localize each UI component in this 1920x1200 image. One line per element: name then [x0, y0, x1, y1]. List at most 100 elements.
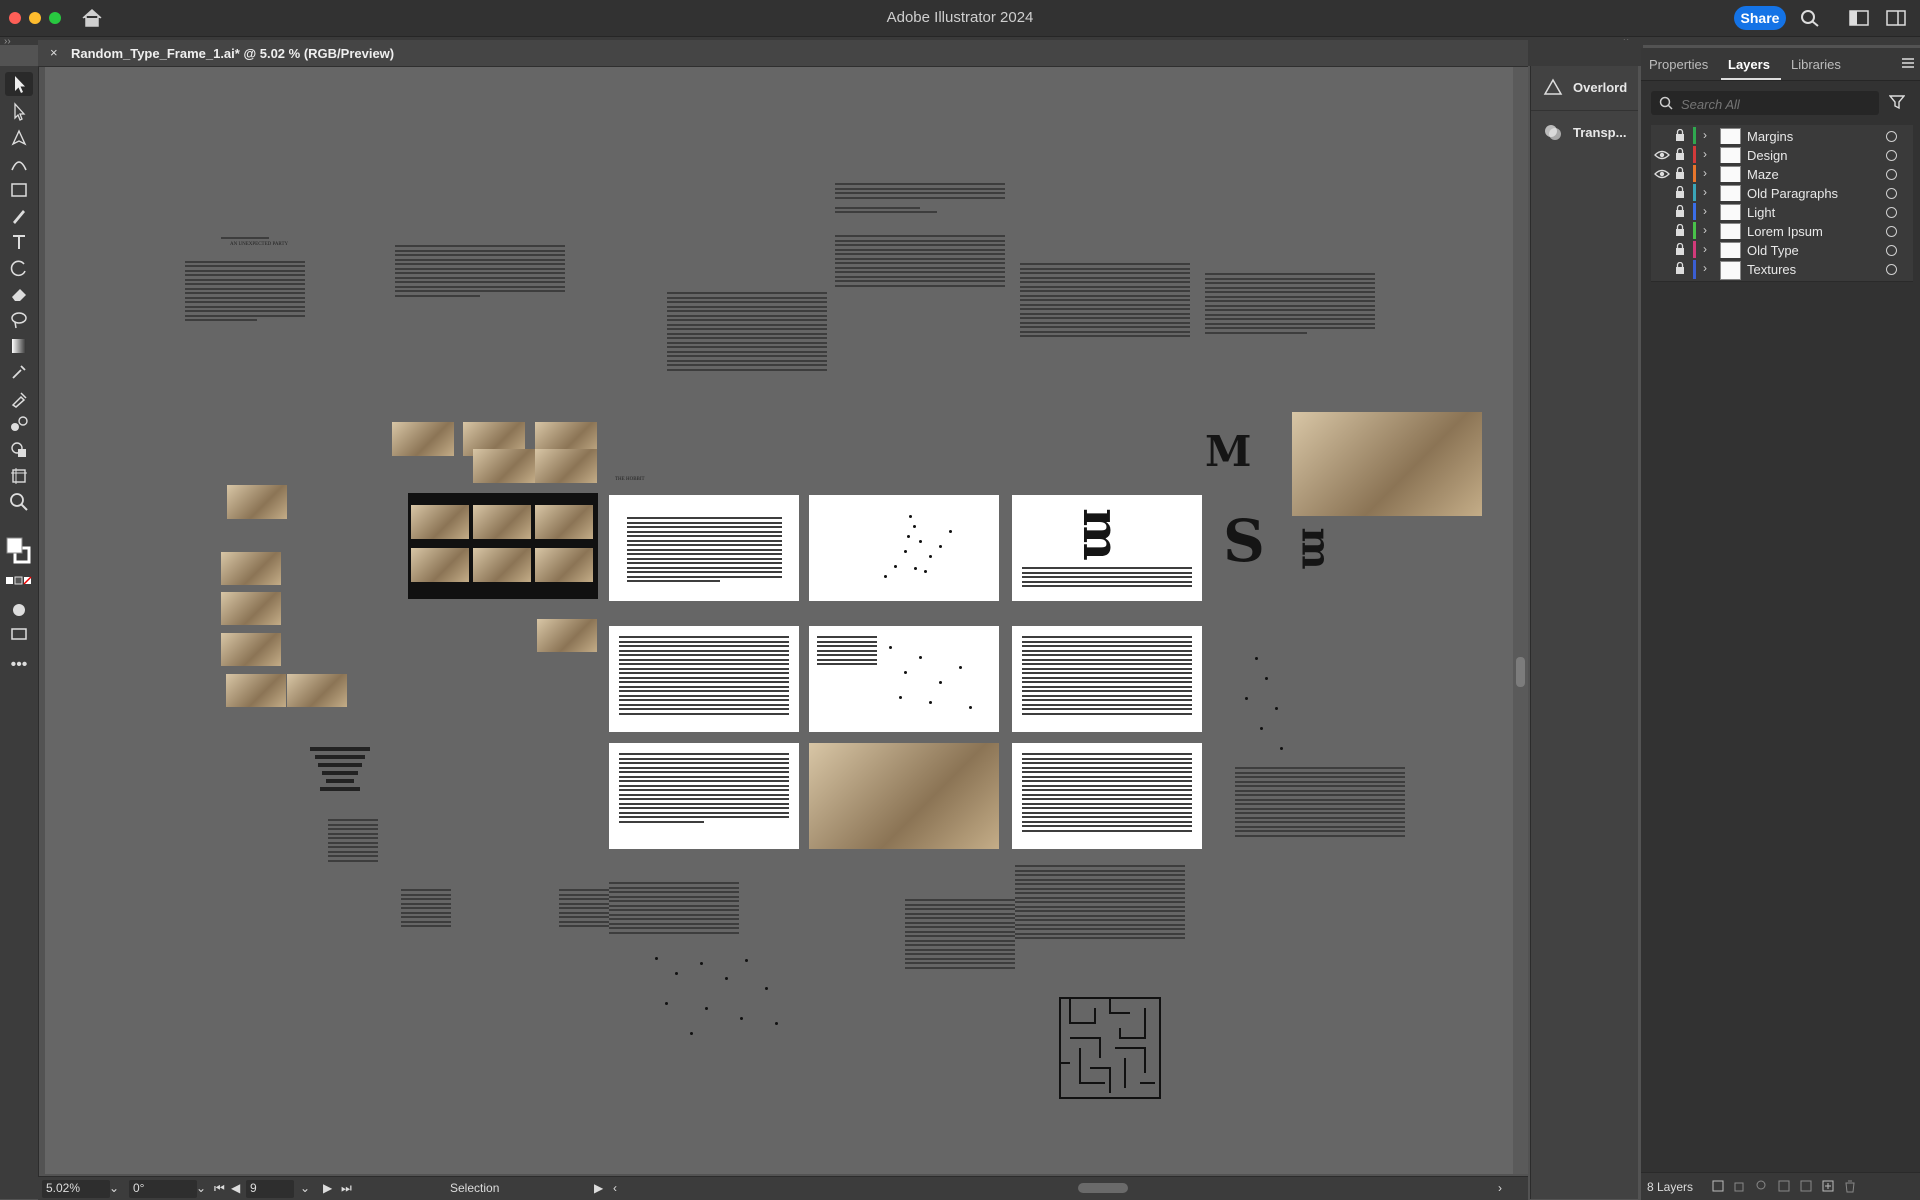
photo-thumbnail[interactable] — [227, 485, 287, 519]
close-document-button[interactable]: × — [50, 45, 58, 60]
lock-icon[interactable] — [1675, 167, 1685, 180]
layer-name[interactable]: Margins — [1747, 129, 1793, 144]
layer-name[interactable]: Design — [1747, 148, 1787, 163]
artboard-6[interactable] — [1012, 626, 1202, 732]
text-fragment[interactable] — [559, 889, 609, 930]
text-fragment[interactable] — [328, 819, 378, 864]
text-fragment[interactable] — [1020, 263, 1190, 340]
delete-layer-icon[interactable] — [1843, 1179, 1857, 1193]
paintbrush-tool-icon[interactable] — [9, 206, 29, 226]
artboard-1[interactable] — [609, 495, 799, 601]
screen-mode-icon[interactable] — [9, 624, 29, 644]
filter-icon[interactable] — [1889, 94, 1905, 110]
new-layer-icon[interactable] — [1821, 1179, 1835, 1193]
layer-target-icon[interactable] — [1886, 226, 1897, 237]
visibility-toggle-empty[interactable] — [1654, 187, 1670, 199]
expand-chevron-icon[interactable]: › — [1703, 261, 1707, 275]
search-icon[interactable] — [1800, 9, 1820, 27]
expand-chevron-icon[interactable]: › — [1703, 147, 1707, 161]
layer-target-icon[interactable] — [1886, 207, 1897, 218]
layer-target-icon[interactable] — [1886, 131, 1897, 142]
photo-thumbnail[interactable] — [287, 674, 347, 707]
transparency-panel-button[interactable]: Transp... — [1531, 110, 1638, 155]
scroll-left-icon[interactable]: ‹ — [613, 1181, 617, 1195]
lock-icon[interactable] — [1675, 129, 1685, 142]
lock-icon[interactable] — [1675, 262, 1685, 275]
previous-artboard-icon[interactable]: ◀ — [231, 1181, 240, 1195]
artboard-7[interactable] — [609, 743, 799, 849]
artboard-dropdown-chevron-icon[interactable]: ⌄ — [300, 1181, 310, 1195]
expand-chevron-icon[interactable]: › — [1703, 166, 1707, 180]
layer-target-icon[interactable] — [1886, 169, 1897, 180]
visibility-eye-icon[interactable] — [1654, 149, 1670, 161]
artboard-3[interactable]: m — [1012, 495, 1202, 601]
visibility-eye-icon[interactable] — [1654, 168, 1670, 180]
scattered-type-dots[interactable] — [645, 947, 805, 1047]
letter-s-glyph[interactable]: S — [1223, 507, 1265, 575]
tab-properties[interactable]: Properties — [1649, 57, 1708, 72]
layer-name[interactable]: Old Type — [1747, 243, 1799, 258]
photo-thumbnail[interactable] — [226, 674, 286, 707]
next-artboard-icon[interactable]: ▶ — [323, 1181, 332, 1195]
artboard-9[interactable] — [1012, 743, 1202, 849]
rotate-tool-icon[interactable] — [9, 258, 29, 278]
artboard-8[interactable] — [809, 743, 999, 849]
symbol-sprayer-tool-icon[interactable] — [9, 362, 29, 382]
draw-mode-icon[interactable] — [9, 600, 29, 620]
expand-chevron-icon[interactable]: › — [1703, 128, 1707, 142]
selection-tool-icon[interactable] — [5, 72, 33, 96]
lasso-tool-icon[interactable] — [9, 310, 29, 330]
locate-object-icon[interactable] — [1733, 1179, 1747, 1193]
zoom-tool-icon[interactable] — [9, 492, 29, 512]
lock-icon[interactable] — [1675, 224, 1685, 237]
first-artboard-icon[interactable]: ⏮ — [214, 1181, 225, 1196]
artboard-canvas[interactable]: AN UNEXPECTED PARTY m M S m THE HOBBIT — [45, 67, 1513, 1174]
lock-icon[interactable] — [1675, 148, 1685, 161]
expand-chevron-icon[interactable]: › — [1703, 242, 1707, 256]
collect-export-icon[interactable] — [1711, 1179, 1725, 1193]
direct-selection-tool-icon[interactable] — [9, 102, 29, 122]
eraser-tool-icon[interactable] — [9, 284, 29, 304]
panel-menu-icon[interactable] — [1901, 57, 1915, 69]
make-clipping-mask-icon[interactable] — [1777, 1179, 1791, 1193]
tab-libraries[interactable]: Libraries — [1791, 57, 1841, 72]
photo-thumbnail[interactable] — [221, 592, 281, 625]
search-layer-icon[interactable] — [1755, 1179, 1769, 1193]
visibility-toggle-empty[interactable] — [1654, 244, 1670, 256]
curvature-tool-icon[interactable] — [9, 154, 29, 174]
rotation-field[interactable]: 0° — [129, 1180, 197, 1198]
layer-target-icon[interactable] — [1886, 188, 1897, 199]
pen-tool-icon[interactable] — [9, 128, 29, 148]
lock-icon[interactable] — [1675, 205, 1685, 218]
collapse-toolbar-icon[interactable]: ›› — [4, 36, 11, 47]
share-button[interactable]: Share — [1734, 6, 1786, 30]
tab-layers[interactable]: Layers — [1728, 57, 1770, 72]
layer-target-icon[interactable] — [1886, 264, 1897, 275]
artboard-5[interactable] — [809, 626, 999, 732]
visibility-toggle-empty[interactable] — [1654, 263, 1670, 275]
lock-icon[interactable] — [1675, 243, 1685, 256]
document-tab[interactable]: × Random_Type_Frame_1.ai* @ 5.02 % (RGB/… — [38, 40, 1528, 67]
visibility-toggle-empty[interactable] — [1654, 225, 1670, 237]
rotation-dropdown-chevron-icon[interactable]: ⌄ — [196, 1181, 206, 1195]
text-fragment[interactable]: AN UNEXPECTED PARTY — [185, 237, 305, 324]
lock-icon[interactable] — [1675, 186, 1685, 199]
photo-thumbnail[interactable] — [473, 449, 535, 483]
s-texture-photo[interactable] — [1292, 412, 1482, 516]
fill-stroke-swatch-icon[interactable] — [5, 534, 33, 568]
zoom-dropdown-chevron-icon[interactable]: ⌄ — [109, 1181, 119, 1195]
layer-name[interactable]: Old Paragraphs — [1747, 186, 1838, 201]
overlord-panel-button[interactable]: Overlord — [1531, 66, 1638, 110]
artboard-4[interactable] — [609, 626, 799, 732]
layer-name[interactable]: Lorem Ipsum — [1747, 224, 1823, 239]
maze-graphic[interactable] — [1055, 993, 1165, 1103]
visibility-toggle-empty[interactable] — [1654, 130, 1670, 142]
expand-chevron-icon[interactable]: › — [1703, 204, 1707, 218]
artboard-number-field[interactable]: 9 — [246, 1180, 294, 1198]
scroll-right-icon[interactable]: › — [1498, 1181, 1502, 1195]
photo-thumbnail[interactable] — [221, 633, 281, 666]
panel-toggle-icon[interactable] — [1886, 9, 1906, 27]
spiral-text-graphic[interactable] — [300, 727, 380, 807]
letter-m-glyph[interactable]: M — [1205, 427, 1252, 476]
artboard-tool-icon[interactable] — [9, 466, 29, 486]
